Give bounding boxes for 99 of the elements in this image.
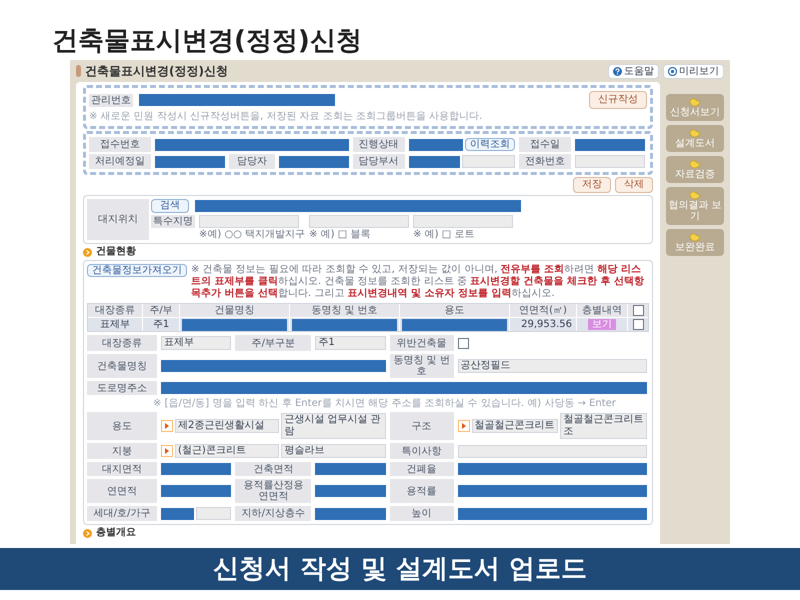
- field-label: 연면적: [87, 479, 157, 503]
- field-label: 접수번호: [89, 137, 151, 152]
- preview-button[interactable]: 미리보기: [663, 64, 724, 78]
- table-cell: 표제부: [88, 318, 142, 331]
- picker-button[interactable]: [161, 445, 173, 457]
- redacted-field: [315, 485, 386, 497]
- field-label: 용적률: [390, 479, 454, 503]
- field-label: 위반건축물: [390, 335, 454, 351]
- field-label: 주/부구분: [235, 335, 312, 351]
- picker-button[interactable]: [458, 420, 470, 432]
- fetch-button[interactable]: 건축물정보가져오기: [87, 264, 187, 277]
- row-checkbox[interactable]: [632, 319, 644, 330]
- field-label: 높이: [390, 506, 454, 521]
- field-label: 대지위치: [87, 199, 149, 240]
- column-header: 주/부: [143, 304, 179, 317]
- section-heading: 건물현황: [96, 246, 136, 258]
- field-label: 진행상태: [352, 137, 405, 152]
- field-label: 특수지명: [151, 215, 195, 228]
- field-label: 동명칭 및 번호: [390, 354, 454, 378]
- redacted-field: [315, 463, 386, 475]
- field-label: 구조: [390, 412, 454, 440]
- field-label: 지하/지상층수: [235, 506, 312, 521]
- violation-checkbox[interactable]: [458, 338, 469, 348]
- input-field[interactable]: [196, 507, 232, 520]
- bullet-icon: [83, 248, 92, 256]
- field-label: 대지면적: [87, 462, 157, 476]
- search-button[interactable]: 검색: [151, 199, 189, 213]
- column-header: 용도: [400, 304, 509, 317]
- hint-text: ※ 예) □ 로트: [413, 229, 476, 240]
- field-label: 담당자: [228, 154, 275, 169]
- picker-button[interactable]: [161, 420, 173, 432]
- field-label: 특이사항: [390, 443, 454, 459]
- field-label: 담당부서: [352, 154, 405, 169]
- hint-text: ※ 예) □ 블록: [309, 229, 372, 240]
- field-label: 건축물명칭: [87, 354, 157, 378]
- input-field[interactable]: [458, 444, 647, 458]
- action-button[interactable]: 삭제: [615, 177, 653, 193]
- redacted-field: [155, 156, 225, 168]
- field-label: 건폐율: [390, 462, 454, 476]
- hint-text: ※예) ○○ 택지개발지구: [199, 229, 306, 240]
- preview-icon: [668, 66, 677, 76]
- column-header: 연면적(㎡): [510, 304, 576, 317]
- input-field[interactable]: [413, 215, 514, 228]
- field-label: 처리예정일: [89, 154, 151, 169]
- table-cell: 주1: [143, 318, 179, 331]
- action-button[interactable]: 저장: [573, 177, 611, 193]
- column-header: 동명칭 및 번호: [290, 304, 399, 317]
- help-button[interactable]: 도움말: [608, 64, 659, 78]
- note-text: ※ 건축물 정보는 필요에 따라 조회할 수 있고, 저장되는 값이 아니며, 전유부를 조회하려면 해당 리스트의 표제부를 클릭하십시오. 건축물 정보를 조회한 리스트 중 표시변경할 건축물을 체크한 후 선택항목추가 버튼을 선택합니다. 그리고 표시변경내역 및 소유자 정보를 입력하십시오.: [191, 264, 646, 300]
- input-field[interactable]: [309, 215, 410, 228]
- input-field[interactable]: 근생시설 업무시설 관람: [281, 413, 386, 439]
- new-button[interactable]: 신규작성: [589, 91, 647, 109]
- help-icon: [613, 66, 622, 76]
- input-field[interactable]: (철근)콘크리트: [175, 444, 280, 458]
- redacted-field: [278, 156, 349, 168]
- field-label: 관리번호: [89, 94, 133, 106]
- input-field[interactable]: 평슬라브: [281, 444, 386, 458]
- history-button[interactable]: 이력조회: [465, 138, 516, 151]
- arrow-icon: [460, 423, 467, 429]
- field-label: 세대/호/가구: [87, 506, 157, 521]
- column-header: 층별내역: [577, 304, 627, 317]
- input-field[interactable]: 표제부: [161, 336, 232, 350]
- window-title: 건축물표시변경(정정)신청: [85, 63, 228, 80]
- field-label: 건축면적: [235, 462, 312, 476]
- field-label: 도로명주소: [87, 381, 157, 395]
- input-field[interactable]: 공산정필드: [458, 359, 647, 373]
- redacted-field: [315, 508, 386, 520]
- field-label: 지붕: [87, 443, 157, 459]
- table-cell: 29,953.56: [510, 318, 576, 331]
- redacted-field: [408, 138, 464, 150]
- select-all-checkbox[interactable]: [632, 305, 644, 316]
- title-marker-icon: [76, 65, 81, 77]
- field-label: 용도: [87, 412, 157, 440]
- redacted-field: [161, 485, 232, 497]
- field-label: 전화번호: [519, 154, 572, 169]
- input-field[interactable]: [462, 155, 516, 168]
- slide-title: 건축물표시변경(정정)신청: [51, 25, 363, 58]
- arrow-icon: [164, 448, 170, 454]
- column-header: 건물명칭: [180, 304, 289, 317]
- input-field[interactable]: 주1: [315, 336, 386, 350]
- section-heading: 층별개요: [96, 527, 136, 539]
- redacted-field: [575, 138, 645, 150]
- column-header: 대장종류: [88, 304, 142, 317]
- field-label: 접수일: [519, 137, 572, 152]
- bullet-icon: [83, 528, 92, 538]
- note-text: ※ [읍/면/동] 명을 입력 하신 후 Enter를 치시면 해당 주소를 조회하실 수 있습니다. 예) 사당동 → Enter: [152, 398, 617, 409]
- note-text: ※ 새로운 민원 작성시 신규작성버튼을, 저장된 자료 조회는 조회그룹버튼을 사용합니다.: [89, 111, 484, 123]
- redacted-field: [408, 156, 460, 168]
- input-field[interactable]: 제2종근린생활시설: [175, 419, 280, 433]
- arrow-icon: [164, 423, 170, 429]
- field-label: 용적률산정용 연면적: [235, 479, 312, 503]
- input-field[interactable]: [199, 215, 299, 228]
- input-field[interactable]: 철골철근콘크리트조: [560, 413, 647, 439]
- redacted-field: [161, 463, 232, 475]
- redacted-field: [161, 508, 194, 520]
- slide-caption: 신청서 작성 및 설계도서 업로드: [0, 548, 800, 590]
- field-label: 대장종류: [87, 335, 157, 351]
- input-field[interactable]: [575, 155, 645, 168]
- input-field[interactable]: 철골철근콘크리트: [472, 419, 558, 433]
